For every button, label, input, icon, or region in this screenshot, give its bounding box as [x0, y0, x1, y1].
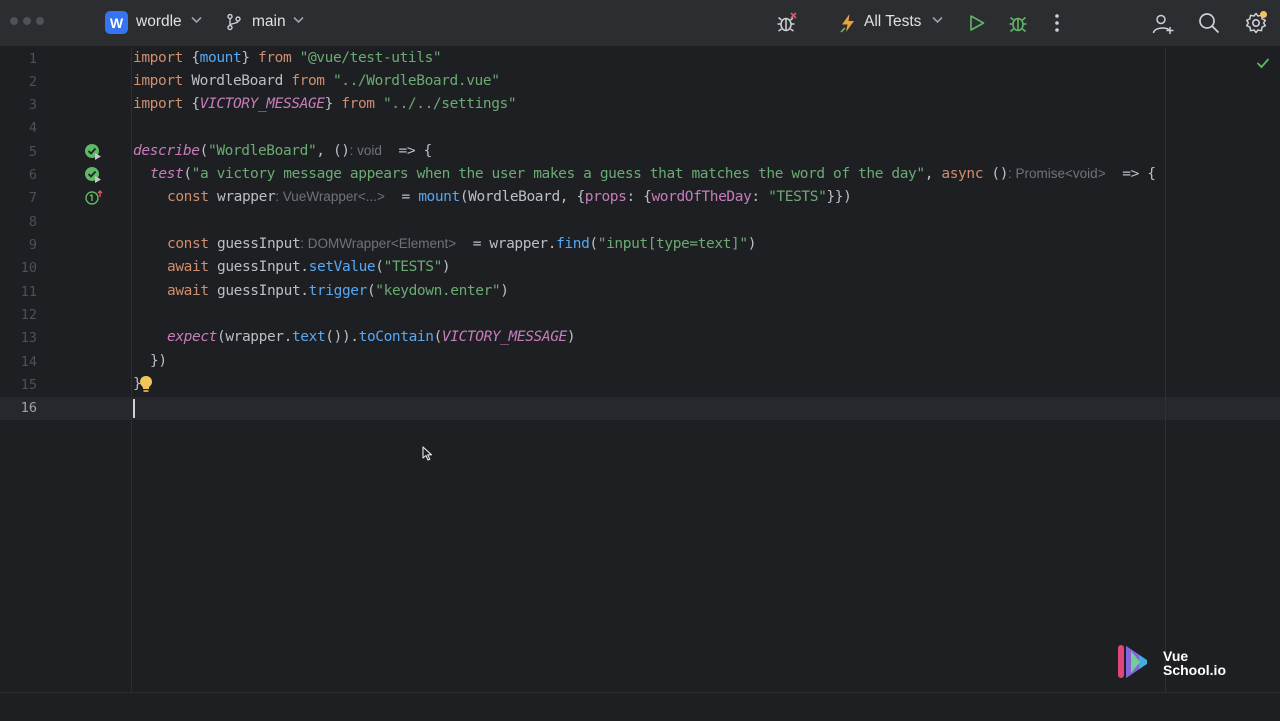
line-number[interactable]: 1	[0, 51, 37, 67]
line-number[interactable]: 2	[0, 74, 37, 90]
code-text: })	[150, 353, 167, 369]
code-line-15[interactable]: 15 }	[0, 374, 1280, 397]
more-vertical-icon[interactable]	[1053, 13, 1061, 33]
text-caret	[133, 399, 135, 418]
line-number[interactable]: 14	[0, 354, 37, 370]
implemented-marker-icon[interactable]	[85, 190, 103, 211]
code-text: const guessInput: DOMWrapper<Element> = …	[167, 236, 757, 252]
code-line-12[interactable]: 12	[0, 304, 1280, 327]
window-zoom-dot[interactable]	[36, 17, 44, 25]
run-config-label[interactable]: All Tests	[864, 13, 921, 31]
code-text: import {VICTORY_MESSAGE} from "../../set…	[133, 96, 517, 112]
status-strip	[0, 692, 1280, 721]
debug-disabled-icon[interactable]	[775, 11, 799, 35]
code-line-8[interactable]: 8	[0, 211, 1280, 234]
run-icon[interactable]	[968, 14, 986, 32]
chevron-down-icon[interactable]	[191, 16, 202, 24]
line-number[interactable]: 16	[0, 400, 37, 416]
code-line-2[interactable]: 2 import WordleBoard from "../WordleBoar…	[0, 71, 1280, 94]
code-line-3[interactable]: 3 import {VICTORY_MESSAGE} from "../../s…	[0, 94, 1280, 117]
code-text: import {mount} from "@vue/test-utils"	[133, 50, 442, 66]
code-line-16[interactable]: 16	[0, 397, 1280, 420]
line-number[interactable]: 4	[0, 120, 37, 136]
line-number[interactable]: 8	[0, 214, 37, 230]
search-icon[interactable]	[1198, 12, 1220, 34]
test-passed-run-icon[interactable]	[84, 166, 102, 189]
line-number[interactable]: 13	[0, 330, 37, 346]
branch-name[interactable]: main	[252, 13, 286, 31]
chevron-down-icon[interactable]	[932, 16, 943, 24]
code-text: const wrapper: VueWrapper<...> = mount(W…	[167, 189, 852, 205]
code-line-13[interactable]: 13 expect(wrapper.text()).toContain(VICT…	[0, 327, 1280, 350]
code-text: await guessInput.setValue("TESTS")	[167, 259, 451, 275]
line-number[interactable]: 6	[0, 167, 37, 183]
code-line-4[interactable]: 4	[0, 117, 1280, 140]
code-line-1[interactable]: 1 import {mount} from "@vue/test-utils"	[0, 48, 1280, 71]
code-line-14[interactable]: 14 })	[0, 351, 1280, 374]
window-close-dot[interactable]	[10, 17, 18, 25]
lightning-icon[interactable]	[839, 13, 857, 33]
code-line-10[interactable]: 10 await guessInput.setValue("TESTS")	[0, 257, 1280, 280]
project-name[interactable]: wordle	[136, 13, 182, 31]
code-line-7[interactable]: 7 const wrapper: VueWrapper<...> = mount…	[0, 187, 1280, 210]
lightbulb-icon[interactable]	[139, 375, 153, 398]
line-number[interactable]: 5	[0, 144, 37, 160]
code-line-11[interactable]: 11 await guessInput.trigger("keydown.ent…	[0, 281, 1280, 304]
line-number[interactable]: 10	[0, 260, 37, 276]
line-number[interactable]: 12	[0, 307, 37, 323]
code-line-5[interactable]: 5 describe("WordleBoard", (): void => {	[0, 141, 1280, 164]
title-bar: W wordle main All Tests	[0, 0, 1280, 47]
code-text: test("a victory message appears when the…	[150, 166, 1156, 182]
debug-icon[interactable]	[1007, 12, 1029, 34]
line-number[interactable]: 15	[0, 377, 37, 393]
branch-icon[interactable]	[226, 13, 242, 31]
mouse-pointer-icon	[422, 446, 433, 466]
code-text: import WordleBoard from "../WordleBoard.…	[133, 73, 500, 89]
line-number[interactable]: 3	[0, 97, 37, 113]
line-number[interactable]: 11	[0, 284, 37, 300]
code-line-6[interactable]: 6 test("a victory message appears when t…	[0, 164, 1280, 187]
project-badge[interactable]: W	[105, 11, 128, 34]
chevron-down-icon[interactable]	[293, 16, 304, 24]
logo-text-line2: School.io	[1163, 662, 1226, 678]
notification-dot	[1260, 11, 1267, 18]
line-number[interactable]: 7	[0, 190, 37, 206]
line-number[interactable]: 9	[0, 237, 37, 253]
code-line-9[interactable]: 9 const guessInput: DOMWrapper<Element> …	[0, 234, 1280, 257]
vueschool-logo-icon	[1117, 643, 1153, 686]
code-text: expect(wrapper.text()).toContain(VICTORY…	[167, 329, 576, 345]
code-text: await guessInput.trigger("keydown.enter"…	[167, 283, 509, 299]
code-text: describe("WordleBoard", (): void => {	[133, 143, 432, 159]
add-user-icon[interactable]	[1151, 12, 1175, 36]
test-passed-run-icon[interactable]	[84, 143, 102, 166]
window-minimize-dot[interactable]	[23, 17, 31, 25]
